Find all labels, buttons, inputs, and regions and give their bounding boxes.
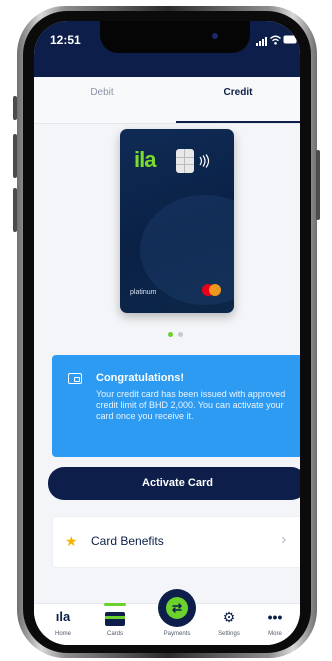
home-logo-icon: ıla [55, 609, 71, 624]
star-icon: ★ [65, 533, 78, 549]
nav-home-label: Home [54, 631, 71, 637]
battery-icon [283, 35, 299, 44]
active-nav-indicator [104, 603, 126, 606]
nav-home[interactable]: ıla Home [38, 603, 88, 645]
tab-active-indicator [176, 121, 300, 123]
credit-card[interactable]: ila platinum [120, 129, 234, 313]
nav-more-label: More [268, 631, 282, 637]
card-wallet-icon [68, 373, 82, 384]
signal-icon [256, 37, 267, 46]
tab-debit[interactable]: Debit [52, 87, 152, 98]
tab-bar [34, 77, 300, 124]
carousel-dot[interactable] [178, 332, 183, 337]
phone-side-button [13, 96, 17, 120]
carousel-dot-active[interactable] [168, 332, 173, 337]
nav-payments-label: Payments [163, 631, 191, 637]
more-icon: ••• [267, 609, 283, 625]
nav-settings-label: Settings [218, 631, 240, 637]
app-screen: 12:51 Debit Credit ila platinum Congratu… [34, 21, 300, 645]
tab-credit[interactable]: Credit [188, 87, 288, 98]
activate-card-button[interactable]: Activate Card [48, 467, 300, 500]
status-time: 12:51 [50, 33, 81, 47]
card-benefits-label: Card Benefits [91, 534, 164, 548]
nav-cards-label: Cards [106, 631, 123, 637]
card-type-label: platinum [130, 289, 157, 296]
congratulations-banner: Congratulations! Your credit card has be… [52, 355, 300, 457]
card-benefits-row[interactable]: ★ Card Benefits › [52, 516, 300, 568]
mastercard-logo-icon [209, 284, 221, 296]
card-brand-logo: ila [134, 147, 156, 172]
phone-side-button [13, 134, 17, 178]
nav-cards[interactable]: Cards [90, 603, 140, 645]
contactless-icon [199, 154, 210, 168]
nav-settings[interactable]: ⚙ Settings [204, 603, 254, 645]
nav-more[interactable]: ••• More [250, 603, 300, 645]
chip-icon [176, 149, 194, 173]
chevron-right-icon: › [281, 531, 287, 548]
notch [100, 21, 250, 53]
phone-side-button [316, 150, 320, 220]
banner-title: Congratulations! [96, 372, 184, 384]
gear-icon: ⚙ [222, 609, 236, 625]
nav-payments[interactable]: Payments [152, 603, 202, 645]
banner-message: Your credit card has been issued with ap… [96, 389, 286, 421]
camera-icon [212, 33, 218, 39]
wifi-icon [270, 35, 281, 45]
card-icon [105, 612, 125, 626]
phone-side-button [13, 188, 17, 232]
